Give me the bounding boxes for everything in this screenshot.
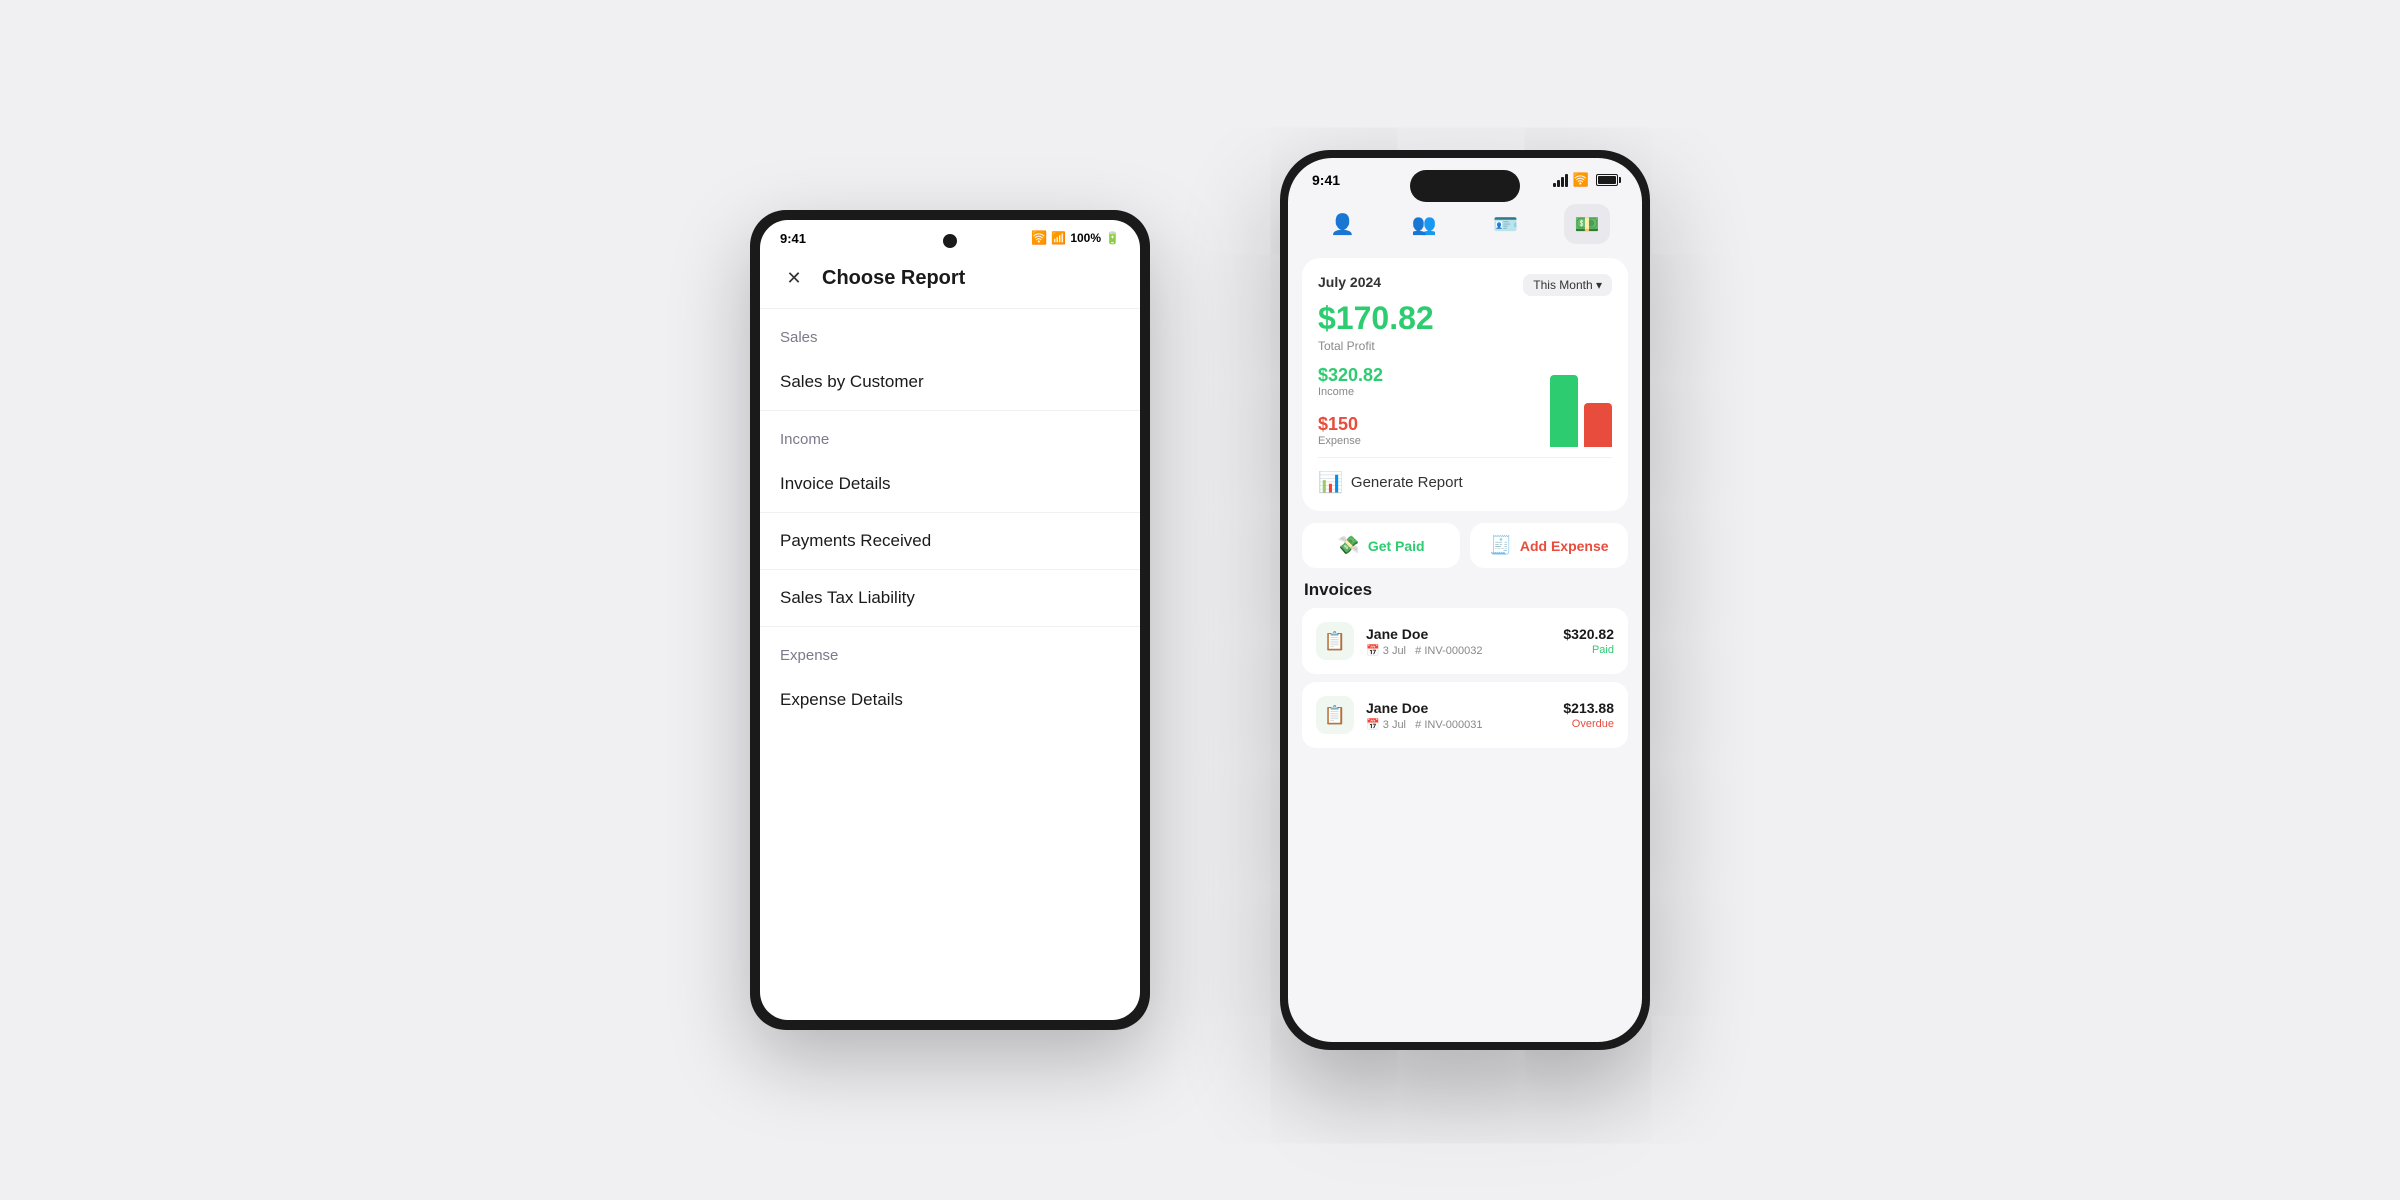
report-item-sales-tax-liability[interactable]: Sales Tax Liability (760, 570, 1140, 627)
invoices-icon: 🪪 (1493, 212, 1518, 237)
income-label: Income (1318, 386, 1550, 398)
tab-customers[interactable]: 👥 (1401, 204, 1447, 244)
android-phone: 9:41 🛜 📶 100% 🔋 ✕ Choose Report Sales (750, 210, 1150, 1030)
android-camera (943, 234, 957, 248)
invoice-date-1: 3 Jul (1383, 719, 1406, 731)
section-header-sales: Sales (760, 309, 1140, 354)
invoice-date-0: 3 Jul (1383, 645, 1406, 657)
period-selector[interactable]: This Month ▾ (1523, 274, 1612, 296)
card-header: July 2024 This Month ▾ (1318, 274, 1612, 296)
iphone-time: 9:41 (1312, 172, 1340, 188)
income-stat: $320.82 Income (1318, 365, 1550, 398)
generate-report-icon: 📊 (1318, 470, 1343, 495)
profit-label: Total Profit (1318, 339, 1612, 353)
battery-icon: 🔋 (1105, 231, 1120, 245)
section-header-expense: Expense (760, 627, 1140, 672)
iphone-content: 👤 👥 🪪 💵 July 2024 Th (1288, 196, 1642, 748)
invoice-meta-0: 📅 3 Jul # INV-000032 (1366, 644, 1551, 657)
invoice-num-0: INV-000032 (1424, 645, 1482, 657)
tab-bar: 👤 👥 🪪 💵 (1302, 196, 1628, 252)
profit-amount: $170.82 (1318, 300, 1612, 337)
signal-icon: 📶 (1051, 231, 1066, 245)
wifi-icon: 🛜 (1031, 230, 1047, 246)
report-item-sales-by-customer[interactable]: Sales by Customer (760, 354, 1140, 411)
get-paid-icon: 💸 (1337, 535, 1359, 556)
invoice-num-1: INV-000031 (1424, 719, 1482, 731)
android-time: 9:41 (780, 231, 806, 246)
invoice-status-1: Overdue (1563, 718, 1614, 730)
report-item-expense-details[interactable]: Expense Details (760, 672, 1140, 728)
iphone-wifi-icon: 🛜 (1573, 172, 1589, 188)
iphone: 9:41 🛜 (1280, 150, 1650, 1050)
android-screen: 9:41 🛜 📶 100% 🔋 ✕ Choose Report Sales (760, 220, 1140, 1020)
customers-icon: 👥 (1412, 212, 1437, 237)
tab-profile[interactable]: 👤 (1320, 204, 1366, 244)
add-expense-button[interactable]: 🧾 Add Expense (1470, 523, 1628, 568)
expense-label: Expense (1318, 435, 1550, 447)
expense-bar (1584, 403, 1612, 447)
bar-chart (1550, 367, 1612, 447)
signal-bars (1553, 174, 1568, 187)
dynamic-island (1410, 170, 1520, 202)
iphone-screen: 9:41 🛜 (1288, 158, 1642, 1042)
invoice-card-0[interactable]: 📋 Jane Doe 📅 3 Jul # INV-000032 $320.82 (1302, 608, 1628, 674)
invoice-meta-1: 📅 3 Jul # INV-000031 (1366, 718, 1551, 731)
battery-label: 100% (1070, 231, 1101, 245)
income-amount: $320.82 (1318, 365, 1550, 386)
scene: 9:41 🛜 📶 100% 🔋 ✕ Choose Report Sales (750, 150, 1650, 1050)
invoice-right-1: $213.88 Overdue (1563, 700, 1614, 730)
report-item-payments-received[interactable]: Payments Received (760, 513, 1140, 570)
iphone-status-icons: 🛜 (1553, 172, 1618, 188)
stats-left: $320.82 Income $150 Expense (1318, 365, 1550, 447)
expense-amount: $150 (1318, 414, 1550, 435)
invoices-section: Invoices 📋 Jane Doe 📅 3 Jul # INV-000032 (1302, 580, 1628, 748)
invoices-title: Invoices (1302, 580, 1628, 600)
screen-title: Choose Report (822, 267, 965, 290)
close-button[interactable]: ✕ (780, 264, 808, 292)
invoice-amount-1: $213.88 (1563, 700, 1614, 716)
invoice-card-1[interactable]: 📋 Jane Doe 📅 3 Jul # INV-000031 $213.88 (1302, 682, 1628, 748)
add-expense-label: Add Expense (1520, 538, 1609, 554)
dashboard-card: July 2024 This Month ▾ $170.82 Total Pro… (1302, 258, 1628, 511)
invoice-amount-0: $320.82 (1563, 626, 1614, 642)
generate-report-button[interactable]: 📊 Generate Report (1318, 457, 1612, 495)
section-header-income: Income (760, 411, 1140, 456)
card-stats-row: $320.82 Income $150 Expense (1318, 365, 1612, 447)
expense-stat: $150 Expense (1318, 414, 1550, 447)
invoice-date-icon-1: 📅 (1366, 719, 1383, 731)
profile-icon: 👤 (1330, 212, 1355, 237)
income-bar (1550, 375, 1578, 447)
payments-icon: 💵 (1575, 212, 1600, 237)
android-status-icons: 🛜 📶 100% 🔋 (1031, 230, 1120, 246)
get-paid-label: Get Paid (1368, 538, 1425, 554)
invoice-name-1: Jane Doe (1366, 700, 1551, 716)
add-expense-icon: 🧾 (1489, 535, 1511, 556)
invoice-details-0: Jane Doe 📅 3 Jul # INV-000032 (1366, 626, 1551, 657)
generate-report-label: Generate Report (1351, 474, 1463, 491)
invoice-icon-0: 📋 (1316, 622, 1354, 660)
iphone-battery-icon (1596, 174, 1618, 186)
action-buttons-row: 💸 Get Paid 🧾 Add Expense (1302, 523, 1628, 568)
android-header: ✕ Choose Report (760, 252, 1140, 309)
android-report-list: Sales Sales by Customer Income Invoice D… (760, 309, 1140, 728)
invoice-date-icon-0: 📅 (1366, 645, 1383, 657)
invoice-details-1: Jane Doe 📅 3 Jul # INV-000031 (1366, 700, 1551, 731)
invoice-status-0: Paid (1563, 644, 1614, 656)
invoice-name-0: Jane Doe (1366, 626, 1551, 642)
battery-fill (1598, 176, 1616, 184)
report-item-invoice-details[interactable]: Invoice Details (760, 456, 1140, 513)
invoice-icon-1: 📋 (1316, 696, 1354, 734)
invoice-right-0: $320.82 Paid (1563, 626, 1614, 656)
card-month: July 2024 (1318, 274, 1381, 290)
tab-invoices[interactable]: 🪪 (1483, 204, 1529, 244)
tab-payments[interactable]: 💵 (1564, 204, 1610, 244)
get-paid-button[interactable]: 💸 Get Paid (1302, 523, 1460, 568)
